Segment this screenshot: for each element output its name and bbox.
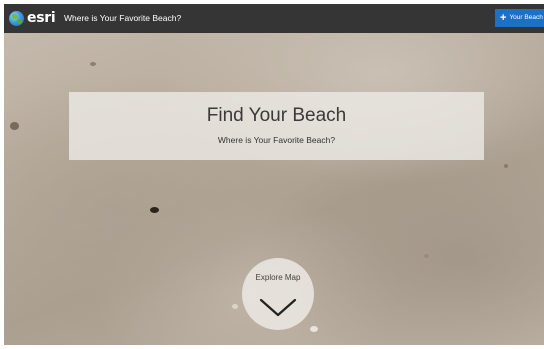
esri-logo[interactable]: esri bbox=[9, 10, 56, 27]
sand-pebble bbox=[310, 326, 318, 332]
sand-pebble bbox=[150, 207, 159, 213]
add-button-label: Your Beach bbox=[509, 14, 543, 21]
add-your-beach-button[interactable]: + Your Beach bbox=[495, 9, 544, 27]
explore-map-label: Explore Map bbox=[255, 273, 301, 282]
top-navigation-bar: esri Where is Your Favorite Beach? + You… bbox=[4, 4, 544, 33]
hero-subtitle: Where is Your Favorite Beach? bbox=[217, 135, 336, 145]
app-frame: esri Where is Your Favorite Beach? + You… bbox=[4, 4, 544, 345]
sand-pebble bbox=[90, 62, 96, 66]
chevron-down-icon bbox=[259, 298, 297, 317]
logo-text: esri bbox=[27, 10, 56, 26]
plus-icon: + bbox=[500, 12, 507, 24]
sand-pebble bbox=[504, 164, 508, 168]
sand-pebble bbox=[424, 254, 429, 258]
app-title: Where is Your Favorite Beach? bbox=[64, 13, 182, 23]
hero-title: Find Your Beach bbox=[206, 105, 347, 126]
hero-card: Find Your Beach Where is Your Favorite B… bbox=[69, 92, 484, 160]
sand-pebble bbox=[10, 122, 19, 130]
explore-map-button[interactable]: Explore Map bbox=[242, 258, 314, 330]
esri-globe-icon bbox=[9, 11, 24, 26]
sand-pebble bbox=[232, 304, 238, 309]
